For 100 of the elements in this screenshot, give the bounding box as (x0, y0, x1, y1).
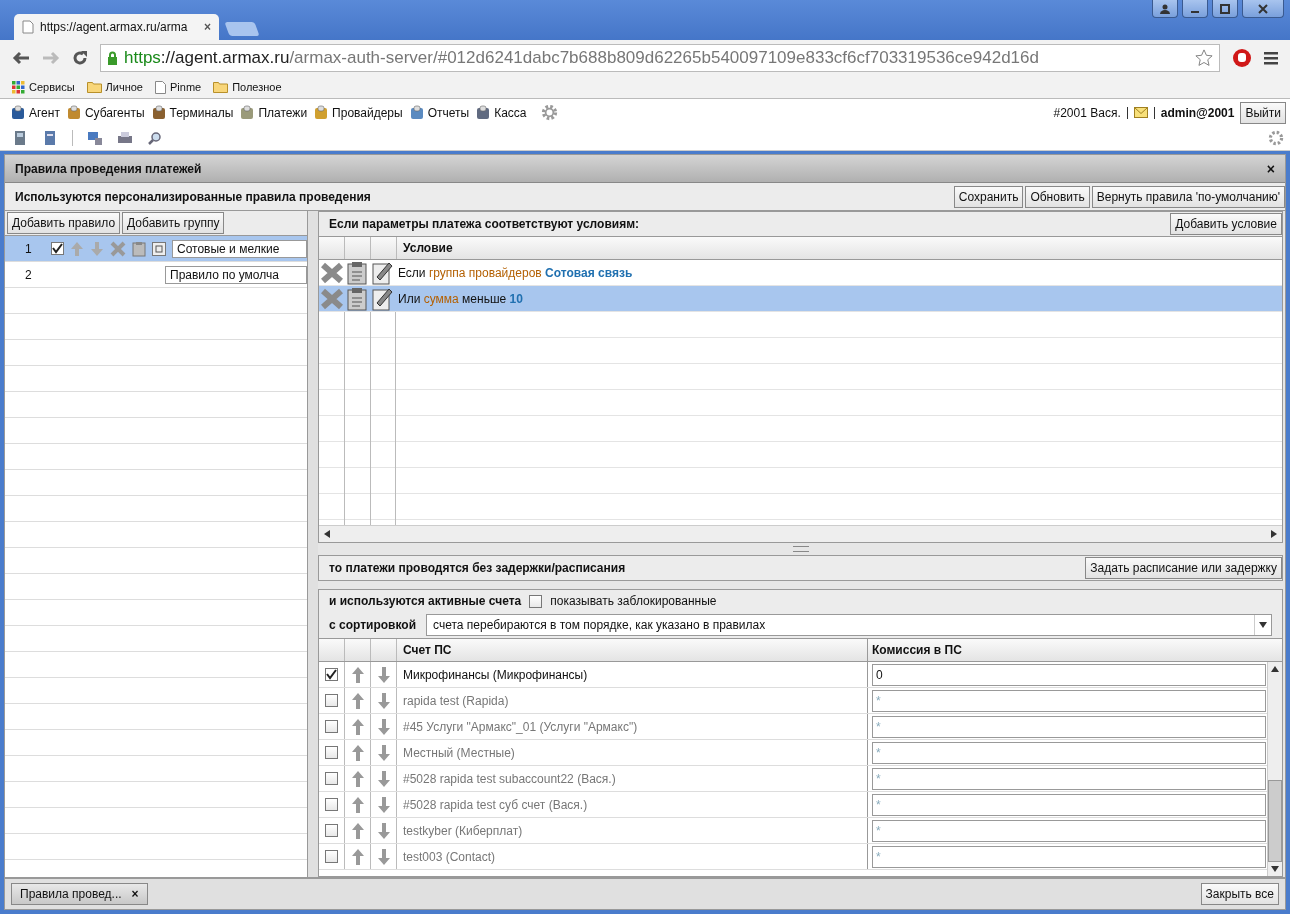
up-arrow-icon[interactable] (350, 821, 365, 840)
checkbox[interactable] (325, 850, 338, 863)
nav-menu-item[interactable]: Платежи (239, 104, 308, 121)
condition-row[interactable]: Или сумма меньше 10 (319, 286, 1282, 312)
computer-icon[interactable] (87, 130, 103, 146)
nav-menu-item[interactable]: Терминалы (150, 104, 234, 121)
magnifier-icon[interactable] (147, 130, 163, 146)
rule-name-field[interactable]: Правило по умолча (165, 265, 307, 284)
account-name: #5028 rapida test subaccount22 (Вася.) (402, 771, 617, 786)
horizontal-scrollbar[interactable] (319, 525, 1282, 542)
apps-grid-icon (12, 80, 25, 94)
scroll-right-icon[interactable] (1270, 530, 1278, 538)
scroll-down-icon[interactable] (1271, 866, 1279, 872)
checkbox[interactable] (325, 720, 338, 733)
checkbox[interactable] (325, 668, 338, 681)
settings-icon[interactable] (540, 104, 558, 121)
new-tab-button[interactable] (224, 22, 260, 36)
close-icon[interactable]: × (1266, 160, 1275, 177)
vertical-scrollbar[interactable] (1267, 662, 1282, 876)
action-button[interactable]: Сохранить (953, 185, 1024, 208)
rule-row[interactable]: 1 Сотовые и мелкие (5, 236, 307, 262)
back-icon[interactable] (12, 51, 30, 65)
sort-dropdown[interactable]: счета перебираются в том порядке, как указано в правилах (426, 614, 1272, 636)
account-name: test003 (Contact) (402, 849, 497, 864)
scroll-up-icon[interactable] (1271, 666, 1279, 672)
checkbox[interactable] (325, 772, 338, 785)
mail-icon[interactable] (1133, 107, 1148, 118)
down-arrow-icon[interactable] (376, 665, 391, 684)
add-button[interactable]: Добавить группу (122, 212, 225, 234)
address-field[interactable]: https://agent.armax.ru/armax-auth-server/#012d6241dabc7b688b809d62265b540097109e833cf6cf703319536ce942d16d (100, 44, 1220, 72)
checkbox[interactable] (325, 746, 338, 759)
down-arrow-icon[interactable] (376, 847, 391, 866)
task-tab[interactable]: Правила провед... × (11, 883, 148, 905)
action-button[interactable]: Вернуть правила 'по-умолчанию' (1091, 185, 1285, 208)
nav-menu-item[interactable]: Агент (10, 104, 60, 121)
clipboard-icon[interactable] (345, 286, 369, 311)
minimize-icon (1191, 10, 1199, 13)
splitter-handle[interactable] (792, 546, 809, 552)
down-arrow-icon[interactable] (376, 795, 391, 814)
notepad-icon[interactable] (370, 286, 394, 311)
notepad-icon[interactable] (370, 260, 394, 285)
down-arrow-icon[interactable] (376, 743, 391, 762)
up-arrow-icon[interactable] (350, 795, 365, 814)
down-arrow-icon[interactable] (376, 821, 391, 840)
clipboard-icon[interactable] (345, 260, 369, 285)
bookmark[interactable]: Личное (86, 81, 143, 93)
up-arrow-icon[interactable] (350, 769, 365, 788)
reload-icon[interactable] (72, 50, 88, 66)
browser-tab[interactable]: https://agent.armax.ru/arma × (14, 14, 219, 40)
settings-icon[interactable] (1268, 130, 1284, 146)
logout-button[interactable]: Выйти (1240, 101, 1286, 124)
dropdown-arrow-icon[interactable] (1259, 622, 1267, 628)
close-button[interactable] (1242, 0, 1284, 18)
nav-menu-item[interactable]: Провайдеры (313, 104, 403, 121)
profile-button[interactable] (1152, 0, 1178, 18)
menu-icon[interactable] (1264, 51, 1278, 65)
column-header: Комиссия в ПС (867, 639, 1268, 661)
minimize-button[interactable] (1182, 0, 1208, 18)
close-all-button[interactable]: Закрыть все (1200, 883, 1279, 905)
rule-name-field[interactable]: Сотовые и мелкие (172, 239, 307, 258)
down-arrow-icon[interactable] (376, 717, 391, 736)
bookmark[interactable]: Pinme (155, 80, 202, 94)
panel-title: Правила проведения платежей (15, 161, 202, 176)
add-condition-button[interactable]: Добавить условие (1170, 213, 1282, 235)
condition-text: Или сумма меньше 10 (397, 291, 523, 306)
delete-icon[interactable] (320, 261, 344, 284)
nav-menu-item[interactable]: Касса (475, 104, 527, 121)
add-button[interactable]: Добавить правило (7, 212, 121, 234)
nav-menu-item[interactable]: Отчеты (408, 104, 470, 121)
action-button[interactable]: Обновить (1025, 185, 1090, 208)
server-icon[interactable] (42, 130, 58, 146)
maximize-icon (1220, 3, 1230, 14)
up-arrow-icon[interactable] (350, 691, 365, 710)
close-icon (1258, 3, 1268, 14)
clipboard-icon[interactable] (132, 240, 146, 257)
bookmark[interactable]: Сервисы (12, 80, 75, 94)
down-arrow-icon[interactable] (376, 691, 391, 710)
schedule-button[interactable]: Задать расписание или задержку (1085, 557, 1282, 579)
checkbox[interactable] (529, 594, 543, 608)
maximize-button[interactable] (1212, 0, 1238, 18)
up-arrow-icon[interactable] (350, 717, 365, 736)
checkbox[interactable] (325, 798, 338, 811)
bookmark[interactable]: Полезное (213, 81, 282, 93)
star-icon[interactable] (1195, 49, 1213, 67)
commission-field[interactable]: 0 (872, 663, 1266, 686)
checkbox[interactable] (51, 242, 64, 255)
column-header: Счет ПС (402, 643, 453, 657)
printer-icon[interactable] (117, 130, 133, 146)
up-arrow-icon[interactable] (350, 847, 365, 866)
stop-icon[interactable] (1232, 48, 1252, 68)
nav-menu-item[interactable]: Субагенты (65, 104, 145, 121)
up-arrow-icon[interactable] (350, 665, 365, 684)
account-name: Местный (Местные) (402, 745, 516, 760)
down-arrow-icon[interactable] (376, 769, 391, 788)
checkbox[interactable] (325, 694, 338, 707)
checkbox[interactable] (325, 824, 338, 837)
conditions-title: Если параметры платежа соответствуют условиям: (329, 217, 640, 231)
terminal-icon[interactable] (12, 130, 28, 146)
scroll-left-icon[interactable] (323, 530, 331, 538)
up-arrow-icon[interactable] (350, 743, 365, 762)
